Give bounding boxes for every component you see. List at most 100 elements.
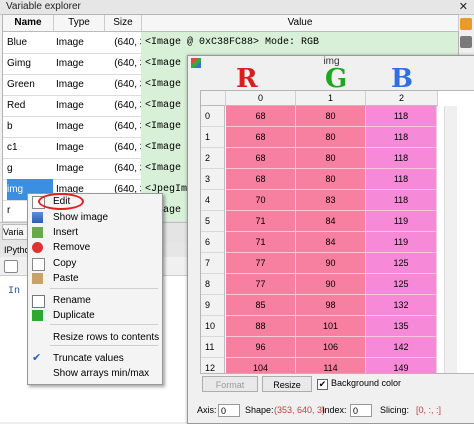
array-cell[interactable]: 119 <box>366 232 437 253</box>
array-editor-dialog: img R G B 0 1 2 0 68 80 118 1 68 80 118 2 68 80 118… <box>187 55 474 424</box>
array-cell[interactable]: 135 <box>366 316 437 337</box>
column-header-value[interactable]: Value <box>142 15 459 32</box>
settings-icon[interactable] <box>460 36 472 48</box>
array-cell[interactable]: 80 <box>296 148 366 169</box>
array-cell[interactable]: 77 <box>226 253 296 274</box>
array-cell[interactable]: 71 <box>226 211 296 232</box>
menu-item-resize-rows-to-contents[interactable]: Resize rows to contents <box>28 330 162 345</box>
array-cell[interactable]: 142 <box>366 337 437 358</box>
array-grid: 0 1 2 0 68 80 118 1 68 80 118 2 68 80 118 3 68 80 118 4 7… <box>200 90 474 374</box>
column-header-1[interactable]: 1 <box>296 91 366 106</box>
array-cell[interactable]: 118 <box>366 148 437 169</box>
row-header[interactable]: 6 <box>201 232 225 253</box>
menu-item-paste[interactable]: Paste <box>28 271 162 286</box>
array-cell[interactable]: 80 <box>296 106 366 127</box>
variable-type: Image <box>56 37 84 48</box>
array-cell[interactable]: 98 <box>296 295 366 316</box>
row-header[interactable]: 1 <box>201 127 225 148</box>
row-header[interactable]: 10 <box>201 316 225 337</box>
background-color-checkbox[interactable]: ✔ <box>317 379 328 390</box>
array-cell[interactable]: 80 <box>296 169 366 190</box>
row-header[interactable]: 9 <box>201 295 225 316</box>
variable-type: Image <box>56 79 84 90</box>
close-icon[interactable]: ✕ <box>459 0 468 13</box>
array-cell[interactable]: 118 <box>366 127 437 148</box>
menu-item-remove[interactable]: Remove <box>28 240 162 255</box>
array-cell[interactable]: 119 <box>366 211 437 232</box>
slicing-value: [0, :, :] <box>416 405 442 415</box>
array-cell[interactable]: 149 <box>366 358 437 373</box>
array-cell[interactable]: 80 <box>296 127 366 148</box>
row-header[interactable]: 11 <box>201 337 225 358</box>
array-cell[interactable]: 68 <box>226 127 296 148</box>
menu-item-label: Paste <box>53 273 79 284</box>
menu-item-duplicate[interactable]: Duplicate <box>28 308 162 323</box>
array-cell[interactable]: 68 <box>226 148 296 169</box>
axis-spinbox[interactable]: 0 <box>218 404 240 417</box>
variable-type: Image <box>56 100 84 111</box>
column-header-size[interactable]: Size <box>105 15 142 32</box>
array-cell[interactable]: 84 <box>296 211 366 232</box>
variable-name: Red <box>7 100 26 111</box>
array-cell[interactable]: 114 <box>296 358 366 373</box>
column-header-name[interactable]: Name <box>3 15 54 32</box>
array-cell[interactable]: 125 <box>366 274 437 295</box>
rename-icon <box>32 295 45 308</box>
row-header[interactable]: 8 <box>201 274 225 295</box>
array-cell[interactable]: 101 <box>296 316 366 337</box>
menu-item-insert[interactable]: Insert <box>28 225 162 240</box>
menu-item-label: Remove <box>53 242 91 253</box>
menu-item-show-image[interactable]: Show image <box>28 210 162 225</box>
array-cell[interactable]: 118 <box>366 106 437 127</box>
array-cell[interactable]: 84 <box>296 232 366 253</box>
array-cell[interactable]: 106 <box>296 337 366 358</box>
array-cell[interactable]: 83 <box>296 190 366 211</box>
shape-label: Shape: <box>245 405 274 415</box>
resize-button[interactable]: Resize <box>262 376 312 392</box>
array-cell[interactable]: 118 <box>366 190 437 211</box>
menu-item-copy[interactable]: Copy <box>28 256 162 271</box>
menu-item-label: Show arrays min/max <box>53 368 150 379</box>
column-header-2[interactable]: 2 <box>366 91 438 106</box>
variable-row[interactable]: Blue Image (640, 353) <Image @ 0xC38FC88> M… <box>3 32 458 54</box>
row-header[interactable]: 5 <box>201 211 225 232</box>
index-spinbox[interactable]: 0 <box>350 404 372 417</box>
vertical-scrollbar[interactable] <box>444 106 457 373</box>
array-cell[interactable]: 68 <box>226 106 296 127</box>
array-cell[interactable]: 125 <box>366 253 437 274</box>
array-cell[interactable]: 104 <box>226 358 296 373</box>
row-header[interactable]: 12 <box>201 358 225 373</box>
row-header[interactable]: 4 <box>201 190 225 211</box>
menu-item-label: Show image <box>53 212 109 223</box>
index-label: Index: <box>322 405 347 415</box>
array-cell[interactable]: 118 <box>366 169 437 190</box>
column-header-type[interactable]: Type <box>54 15 105 32</box>
column-header-0[interactable]: 0 <box>226 91 296 106</box>
array-cell[interactable]: 85 <box>226 295 296 316</box>
variable-name: Green <box>7 79 35 90</box>
array-cell[interactable]: 90 <box>296 274 366 295</box>
row-header[interactable]: 7 <box>201 253 225 274</box>
variable-type: Image <box>56 121 84 132</box>
console-options-icon[interactable] <box>4 260 18 273</box>
menu-item-show-arrays-min-max[interactable]: Show arrays min/max <box>28 366 162 381</box>
array-cell[interactable]: 77 <box>226 274 296 295</box>
save-icon[interactable] <box>460 18 472 30</box>
dialog-button-bar: Format Resize ✔ Background color <box>188 374 474 394</box>
row-header[interactable]: 2 <box>201 148 225 169</box>
check-icon: ✔ <box>32 352 42 364</box>
format-button[interactable]: Format <box>202 376 258 392</box>
row-header[interactable]: 0 <box>201 106 225 127</box>
array-cell[interactable]: 132 <box>366 295 437 316</box>
variable-value: <Image @ 0xC38FC88> Mode: RGB <box>141 32 458 53</box>
array-cell[interactable]: 70 <box>226 190 296 211</box>
array-cell[interactable]: 71 <box>226 232 296 253</box>
row-header[interactable]: 3 <box>201 169 225 190</box>
menu-item-truncate-values[interactable]: ✔ Truncate values <box>28 351 162 366</box>
menu-item-rename[interactable]: Rename <box>28 293 162 308</box>
array-cell[interactable]: 88 <box>226 316 296 337</box>
array-cell[interactable]: 96 <box>226 337 296 358</box>
array-cell[interactable]: 68 <box>226 169 296 190</box>
menu-item-label: Copy <box>53 258 77 269</box>
array-cell[interactable]: 90 <box>296 253 366 274</box>
